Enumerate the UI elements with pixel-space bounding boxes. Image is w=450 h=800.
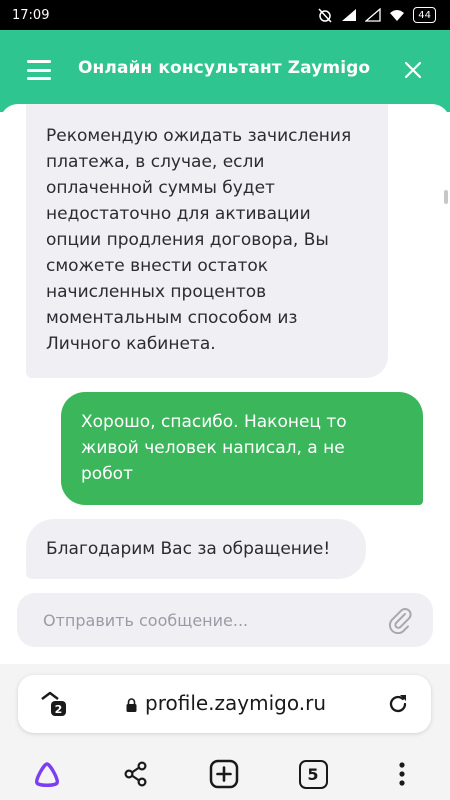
message-input[interactable] <box>17 593 433 647</box>
browser-nav-bar: 5 <box>0 748 450 800</box>
browser-toolbar: 2 profile.zaymigo.ru 5 <box>0 664 450 800</box>
signal-icon <box>342 9 357 21</box>
operator-message: Благодарим Вас за обращение! <box>26 519 366 579</box>
alice-button[interactable] <box>29 756 65 792</box>
status-bar: 17:09 44 <box>0 0 450 30</box>
status-time: 17:09 <box>12 7 50 23</box>
tab-badge-count: 2 <box>55 703 63 716</box>
message-line: сможете внести остаток <box>46 256 269 276</box>
tabs-count: 5 <box>298 759 328 789</box>
address-bar[interactable]: 2 profile.zaymigo.ru <box>18 675 431 733</box>
chat-messages[interactable]: Рекомендую ожидать зачисления платежа, в… <box>0 104 450 584</box>
share-button[interactable] <box>118 756 154 792</box>
message-line: опции продления договора, Вы <box>46 230 329 250</box>
close-icon[interactable] <box>404 61 422 79</box>
wifi-icon <box>390 10 405 21</box>
more-vertical-icon <box>399 762 405 786</box>
alice-icon <box>35 762 59 787</box>
chat-scrollbar[interactable] <box>444 190 448 204</box>
reload-icon[interactable] <box>386 692 410 716</box>
message-line: Благодарим Вас за обращение! <box>46 539 331 559</box>
message-line: живой человек написал, а не <box>81 438 345 458</box>
message-line: Рекомендую ожидать зачисления <box>46 126 352 146</box>
message-line: платежа, в случае, если <box>46 152 265 172</box>
composer <box>0 584 450 664</box>
alarm-off-icon <box>318 8 332 23</box>
more-button[interactable] <box>384 756 420 792</box>
lock-icon <box>126 698 137 712</box>
message-line: робот <box>81 464 133 484</box>
protect-tabs-icon[interactable]: 2 <box>38 689 68 719</box>
header-title: Онлайн консультант Zaymigo <box>78 58 371 78</box>
status-icons: 44 <box>317 7 436 23</box>
message-line: Личного кабинета. <box>46 334 216 354</box>
tabs-button[interactable]: 5 <box>295 756 331 792</box>
menu-icon[interactable] <box>27 60 51 80</box>
battery-indicator: 44 <box>413 7 436 23</box>
plus-square-icon <box>209 759 239 789</box>
user-message: Хорошо, спасибо. Наконец то живой челове… <box>61 392 423 505</box>
url-text: profile.zaymigo.ru <box>145 691 326 715</box>
message-line: оплаченной суммы будет <box>46 178 275 198</box>
signal-icon-2 <box>365 8 381 22</box>
message-line: недостаточно для активации <box>46 204 311 224</box>
message-line: Хорошо, спасибо. Наконец то <box>81 412 347 432</box>
new-tab-button[interactable] <box>206 756 242 792</box>
paperclip-icon[interactable] <box>386 606 414 634</box>
message-line: моментальным способом из <box>46 308 298 328</box>
chat-header: Онлайн консультант Zaymigo <box>0 30 450 112</box>
message-line: начисленных процентов <box>46 282 267 302</box>
share-icon <box>124 761 147 787</box>
operator-message: Рекомендую ожидать зачисления платежа, в… <box>26 104 388 378</box>
